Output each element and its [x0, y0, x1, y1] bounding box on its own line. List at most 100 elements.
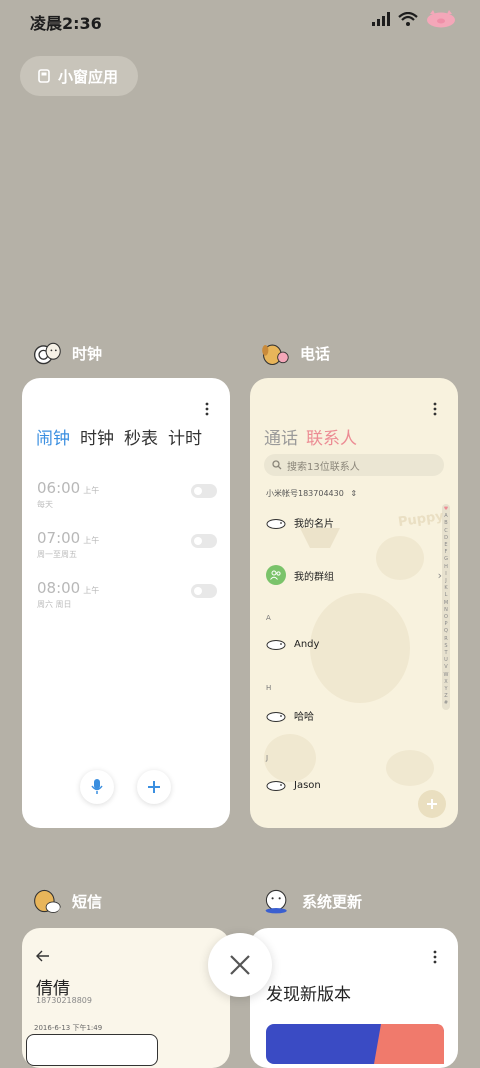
index-letter[interactable]: L [445, 592, 448, 599]
index-letter[interactable]: P [444, 621, 447, 628]
index-letter[interactable]: B [444, 520, 447, 527]
tab-contacts[interactable]: 联系人 [306, 424, 357, 449]
voice-alarm-button[interactable] [80, 770, 114, 804]
phone-app-icon [262, 344, 289, 365]
index-letter[interactable]: Z [444, 693, 447, 700]
index-letter[interactable]: O [444, 614, 448, 621]
plus-icon [148, 781, 160, 793]
index-letter[interactable]: Y [444, 686, 447, 693]
status-time: 凌晨2:36 [30, 14, 102, 33]
alarm-toggle[interactable] [191, 584, 217, 598]
index-letter[interactable]: A [444, 513, 447, 520]
tab-stopwatch[interactable]: 秒表 [124, 424, 158, 449]
index-letter[interactable]: R [444, 636, 447, 643]
update-title: 发现新版本 [266, 985, 351, 1005]
index-letter[interactable]: U [444, 657, 448, 664]
contact-row-my-groups[interactable]: 我的群组 › [266, 565, 442, 585]
alarm-repeat: 周六 周日 [37, 600, 72, 609]
account-label[interactable]: 小米帐号183704430 ⇕ [266, 488, 357, 499]
update-card-header: 系统更新 [262, 886, 362, 916]
index-letter[interactable]: K [444, 585, 447, 592]
add-alarm-button[interactable] [137, 770, 171, 804]
add-contact-button[interactable] [418, 790, 446, 818]
index-letter[interactable]: G [444, 556, 448, 563]
contact-name: 我的名片 [294, 519, 334, 530]
index-letter[interactable]: F [445, 549, 448, 556]
alphabet-index[interactable]: ♥ A B C D E F G H I J K L M N O P Q R S T U V W X Y Z # [442, 504, 450, 710]
section-header: J [266, 754, 269, 762]
index-letter[interactable]: J [445, 578, 446, 585]
contact-row[interactable]: Andy [266, 638, 319, 650]
conversation-contact-number: 18730218809 [36, 996, 92, 1005]
clock-app-icon [33, 342, 61, 365]
clock-card[interactable]: 闹钟 时钟 秒表 计时 06:00 上午 每天 07:00 上午 周一至周五 08:… [22, 378, 230, 828]
update-more-icon[interactable] [432, 950, 438, 964]
contact-name: Jason [294, 779, 321, 791]
phone-more-icon[interactable] [432, 402, 438, 416]
microphone-icon [91, 779, 103, 794]
small-window-apps-button[interactable]: 小窗应用 [20, 56, 138, 96]
tab-calls[interactable]: 通话 [264, 424, 298, 449]
alarm-toggle[interactable] [191, 484, 217, 498]
clear-all-button[interactable] [208, 933, 272, 997]
tab-clock[interactable]: 时钟 [80, 424, 114, 449]
message-bubble[interactable] [26, 1034, 158, 1066]
small-window-label: 小窗应用 [58, 67, 119, 86]
back-arrow-icon[interactable] [36, 950, 50, 962]
contact-name: Andy [294, 638, 320, 650]
search-icon [272, 460, 282, 470]
index-letter[interactable]: W [444, 672, 449, 679]
sms-card-header: 短信 [32, 886, 102, 916]
contact-row[interactable]: Jason [266, 779, 321, 791]
tab-timer[interactable]: 计时 [168, 424, 202, 449]
battery-pig-icon [427, 10, 455, 28]
index-letter[interactable]: H [444, 564, 448, 571]
section-header: H [266, 684, 272, 692]
index-letter[interactable]: Q [444, 628, 448, 635]
phone-card[interactable]: Puppy 通话 联系人 搜索13位联系人 小米帐号183704430 ⇕ 我的… [250, 378, 458, 828]
account-switch-icon: ⇕ [350, 489, 358, 498]
alarm-item[interactable]: 06:00 上午 每天 [37, 478, 217, 510]
small-window-icon [38, 69, 50, 83]
update-banner-graphic [266, 1024, 444, 1064]
index-letter[interactable]: # [444, 700, 448, 707]
contact-search-input[interactable]: 搜索13位联系人 [264, 454, 444, 476]
tab-alarm[interactable]: 闹钟 [36, 424, 70, 449]
alarm-item[interactable]: 08:00 上午 周六 周日 [37, 578, 217, 610]
alarm-ampm: 上午 [83, 536, 100, 545]
puppy-avatar-icon [266, 518, 286, 529]
phone-tabs: 通话 联系人 [264, 424, 357, 449]
alarm-time: 06:00 [37, 479, 81, 497]
puppy-avatar-icon [266, 711, 286, 722]
index-letter[interactable]: M [444, 600, 448, 607]
alarm-repeat: 周一至周五 [37, 550, 77, 559]
clock-card-header: 时钟 [32, 338, 102, 368]
close-icon [230, 955, 250, 975]
phone-app-name: 电话 [300, 344, 331, 363]
contact-row-my-card[interactable]: 我的名片 [266, 515, 334, 530]
alarm-toggle[interactable] [191, 534, 217, 548]
clock-app-name: 时钟 [72, 344, 103, 363]
index-letter[interactable]: ♥ [444, 506, 448, 513]
contact-row[interactable]: 哈哈 [266, 708, 314, 723]
alarm-item[interactable]: 07:00 上午 周一至周五 [37, 528, 217, 560]
clock-more-icon[interactable] [204, 402, 210, 416]
index-letter[interactable]: C [444, 528, 448, 535]
sms-card[interactable]: 倩倩 18730218809 2016-6-13 下午1:49 [22, 928, 230, 1068]
index-letter[interactable]: X [444, 679, 447, 686]
index-letter[interactable]: N [444, 607, 448, 614]
index-letter[interactable]: I [445, 571, 446, 578]
index-letter[interactable]: T [444, 650, 447, 657]
account-text: 小米帐号183704430 [266, 489, 344, 498]
messages-app-icon [34, 889, 61, 913]
index-letter[interactable]: S [444, 643, 447, 650]
group-avatar-icon [266, 565, 286, 585]
index-letter[interactable]: D [444, 535, 448, 542]
index-letter[interactable]: V [444, 664, 447, 671]
section-header: A [266, 614, 271, 622]
index-letter[interactable]: E [444, 542, 447, 549]
update-card[interactable]: 发现新版本 [250, 928, 458, 1068]
plus-icon [427, 799, 437, 809]
contact-name: 我的群组 [294, 571, 334, 583]
search-placeholder: 搜索13位联系人 [287, 461, 360, 473]
